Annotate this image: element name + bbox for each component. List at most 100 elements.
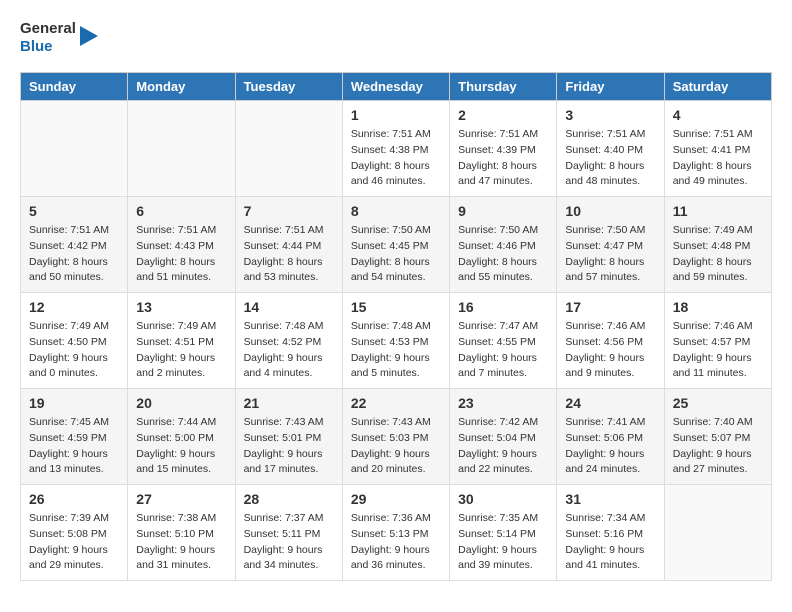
day-header-friday: Friday bbox=[557, 73, 664, 101]
day-info: Sunrise: 7:48 AM Sunset: 4:53 PM Dayligh… bbox=[351, 319, 441, 382]
calendar-cell bbox=[128, 101, 235, 197]
day-number: 14 bbox=[244, 299, 334, 315]
logo-blue: Blue bbox=[20, 38, 76, 56]
day-info: Sunrise: 7:50 AM Sunset: 4:47 PM Dayligh… bbox=[565, 223, 655, 286]
day-number: 16 bbox=[458, 299, 548, 315]
day-number: 9 bbox=[458, 203, 548, 219]
calendar-cell bbox=[664, 485, 771, 581]
day-number: 30 bbox=[458, 491, 548, 507]
calendar-cell: 8 Sunrise: 7:50 AM Sunset: 4:45 PM Daylig… bbox=[342, 197, 449, 293]
day-info: Sunrise: 7:46 AM Sunset: 4:56 PM Dayligh… bbox=[565, 319, 655, 382]
calendar-cell: 1 Sunrise: 7:51 AM Sunset: 4:38 PM Daylig… bbox=[342, 101, 449, 197]
calendar-cell: 6Sunrise: 7:51 AM Sunset: 4:43 PM Daylig… bbox=[128, 197, 235, 293]
logo-text: General Blue bbox=[20, 20, 76, 56]
day-header-wednesday: Wednesday bbox=[342, 73, 449, 101]
day-info: Sunrise: 7:51 AM Sunset: 4:38 PM Dayligh… bbox=[351, 127, 441, 190]
day-number: 29 bbox=[351, 491, 441, 507]
calendar-cell: 3 Sunrise: 7:51 AM Sunset: 4:40 PM Daylig… bbox=[557, 101, 664, 197]
calendar-cell: 17 Sunrise: 7:46 AM Sunset: 4:56 PM Dayli… bbox=[557, 293, 664, 389]
calendar-cell: 9 Sunrise: 7:50 AM Sunset: 4:46 PM Daylig… bbox=[450, 197, 557, 293]
day-number: 17 bbox=[565, 299, 655, 315]
calendar-cell: 11 Sunrise: 7:49 AM Sunset: 4:48 PM Dayli… bbox=[664, 197, 771, 293]
calendar-cell: 18Sunrise: 7:46 AM Sunset: 4:57 PM Dayli… bbox=[664, 293, 771, 389]
calendar-week-row: 1 Sunrise: 7:51 AM Sunset: 4:38 PM Daylig… bbox=[21, 101, 772, 197]
calendar-cell: 4 Sunrise: 7:51 AM Sunset: 4:41 PM Daylig… bbox=[664, 101, 771, 197]
day-info: Sunrise: 7:38 AM Sunset: 5:10 PM Dayligh… bbox=[136, 511, 226, 574]
calendar-cell: 24 Sunrise: 7:41 AM Sunset: 5:06 PM Dayli… bbox=[557, 389, 664, 485]
calendar-header-row: SundayMondayTuesdayWednesdayThursdayFrid… bbox=[21, 73, 772, 101]
day-info: Sunrise: 7:50 AM Sunset: 4:45 PM Dayligh… bbox=[351, 223, 441, 286]
day-info: Sunrise: 7:51 AM Sunset: 4:41 PM Dayligh… bbox=[673, 127, 763, 190]
calendar-cell: 26 Sunrise: 7:39 AM Sunset: 5:08 PM Dayli… bbox=[21, 485, 128, 581]
logo: General Blue bbox=[20, 20, 100, 56]
day-number: 20 bbox=[136, 395, 226, 411]
calendar-cell: 2Sunrise: 7:51 AM Sunset: 4:39 PM Daylig… bbox=[450, 101, 557, 197]
day-number: 8 bbox=[351, 203, 441, 219]
day-number: 3 bbox=[565, 107, 655, 123]
day-info: Sunrise: 7:41 AM Sunset: 5:06 PM Dayligh… bbox=[565, 415, 655, 478]
logo: General Blue bbox=[20, 20, 100, 56]
day-info: Sunrise: 7:49 AM Sunset: 4:51 PM Dayligh… bbox=[136, 319, 226, 382]
calendar-cell: 27 Sunrise: 7:38 AM Sunset: 5:10 PM Dayli… bbox=[128, 485, 235, 581]
day-info: Sunrise: 7:51 AM Sunset: 4:42 PM Dayligh… bbox=[29, 223, 119, 286]
calendar-cell: 10 Sunrise: 7:50 AM Sunset: 4:47 PM Dayli… bbox=[557, 197, 664, 293]
calendar-cell bbox=[21, 101, 128, 197]
day-number: 10 bbox=[565, 203, 655, 219]
day-header-sunday: Sunday bbox=[21, 73, 128, 101]
calendar-cell: 19Sunrise: 7:45 AM Sunset: 4:59 PM Dayli… bbox=[21, 389, 128, 485]
day-info: Sunrise: 7:43 AM Sunset: 5:01 PM Dayligh… bbox=[244, 415, 334, 478]
day-number: 21 bbox=[244, 395, 334, 411]
day-info: Sunrise: 7:49 AM Sunset: 4:50 PM Dayligh… bbox=[29, 319, 119, 382]
logo-arrow-icon bbox=[80, 21, 100, 56]
day-number: 18 bbox=[673, 299, 763, 315]
day-header-saturday: Saturday bbox=[664, 73, 771, 101]
day-number: 25 bbox=[673, 395, 763, 411]
calendar-cell: 14Sunrise: 7:48 AM Sunset: 4:52 PM Dayli… bbox=[235, 293, 342, 389]
day-number: 19 bbox=[29, 395, 119, 411]
day-number: 31 bbox=[565, 491, 655, 507]
day-info: Sunrise: 7:37 AM Sunset: 5:11 PM Dayligh… bbox=[244, 511, 334, 574]
day-info: Sunrise: 7:36 AM Sunset: 5:13 PM Dayligh… bbox=[351, 511, 441, 574]
calendar-cell: 31Sunrise: 7:34 AM Sunset: 5:16 PM Dayli… bbox=[557, 485, 664, 581]
calendar-week-row: 5 Sunrise: 7:51 AM Sunset: 4:42 PM Daylig… bbox=[21, 197, 772, 293]
day-number: 4 bbox=[673, 107, 763, 123]
calendar-cell: 25Sunrise: 7:40 AM Sunset: 5:07 PM Dayli… bbox=[664, 389, 771, 485]
calendar-table: SundayMondayTuesdayWednesdayThursdayFrid… bbox=[20, 72, 772, 581]
calendar-cell bbox=[235, 101, 342, 197]
day-number: 7 bbox=[244, 203, 334, 219]
calendar-week-row: 19Sunrise: 7:45 AM Sunset: 4:59 PM Dayli… bbox=[21, 389, 772, 485]
calendar-week-row: 26 Sunrise: 7:39 AM Sunset: 5:08 PM Dayli… bbox=[21, 485, 772, 581]
day-number: 11 bbox=[673, 203, 763, 219]
day-number: 15 bbox=[351, 299, 441, 315]
day-header-thursday: Thursday bbox=[450, 73, 557, 101]
day-info: Sunrise: 7:50 AM Sunset: 4:46 PM Dayligh… bbox=[458, 223, 548, 286]
day-info: Sunrise: 7:51 AM Sunset: 4:40 PM Dayligh… bbox=[565, 127, 655, 190]
calendar-week-row: 12 Sunrise: 7:49 AM Sunset: 4:50 PM Dayli… bbox=[21, 293, 772, 389]
day-number: 23 bbox=[458, 395, 548, 411]
day-number: 1 bbox=[351, 107, 441, 123]
day-number: 2 bbox=[458, 107, 548, 123]
calendar-cell: 21 Sunrise: 7:43 AM Sunset: 5:01 PM Dayli… bbox=[235, 389, 342, 485]
day-header-tuesday: Tuesday bbox=[235, 73, 342, 101]
day-number: 24 bbox=[565, 395, 655, 411]
calendar-cell: 13Sunrise: 7:49 AM Sunset: 4:51 PM Dayli… bbox=[128, 293, 235, 389]
day-number: 22 bbox=[351, 395, 441, 411]
calendar-cell: 5 Sunrise: 7:51 AM Sunset: 4:42 PM Daylig… bbox=[21, 197, 128, 293]
day-number: 12 bbox=[29, 299, 119, 315]
day-info: Sunrise: 7:51 AM Sunset: 4:43 PM Dayligh… bbox=[136, 223, 226, 286]
day-header-monday: Monday bbox=[128, 73, 235, 101]
day-info: Sunrise: 7:44 AM Sunset: 5:00 PM Dayligh… bbox=[136, 415, 226, 478]
day-info: Sunrise: 7:35 AM Sunset: 5:14 PM Dayligh… bbox=[458, 511, 548, 574]
day-info: Sunrise: 7:49 AM Sunset: 4:48 PM Dayligh… bbox=[673, 223, 763, 286]
day-number: 26 bbox=[29, 491, 119, 507]
calendar-cell: 23 Sunrise: 7:42 AM Sunset: 5:04 PM Dayli… bbox=[450, 389, 557, 485]
calendar-cell: 22 Sunrise: 7:43 AM Sunset: 5:03 PM Dayli… bbox=[342, 389, 449, 485]
calendar-cell: 28Sunrise: 7:37 AM Sunset: 5:11 PM Dayli… bbox=[235, 485, 342, 581]
day-number: 27 bbox=[136, 491, 226, 507]
day-number: 5 bbox=[29, 203, 119, 219]
calendar-cell: 20 Sunrise: 7:44 AM Sunset: 5:00 PM Dayli… bbox=[128, 389, 235, 485]
day-info: Sunrise: 7:39 AM Sunset: 5:08 PM Dayligh… bbox=[29, 511, 119, 574]
day-info: Sunrise: 7:42 AM Sunset: 5:04 PM Dayligh… bbox=[458, 415, 548, 478]
page-header: General Blue bbox=[20, 20, 772, 56]
day-info: Sunrise: 7:43 AM Sunset: 5:03 PM Dayligh… bbox=[351, 415, 441, 478]
